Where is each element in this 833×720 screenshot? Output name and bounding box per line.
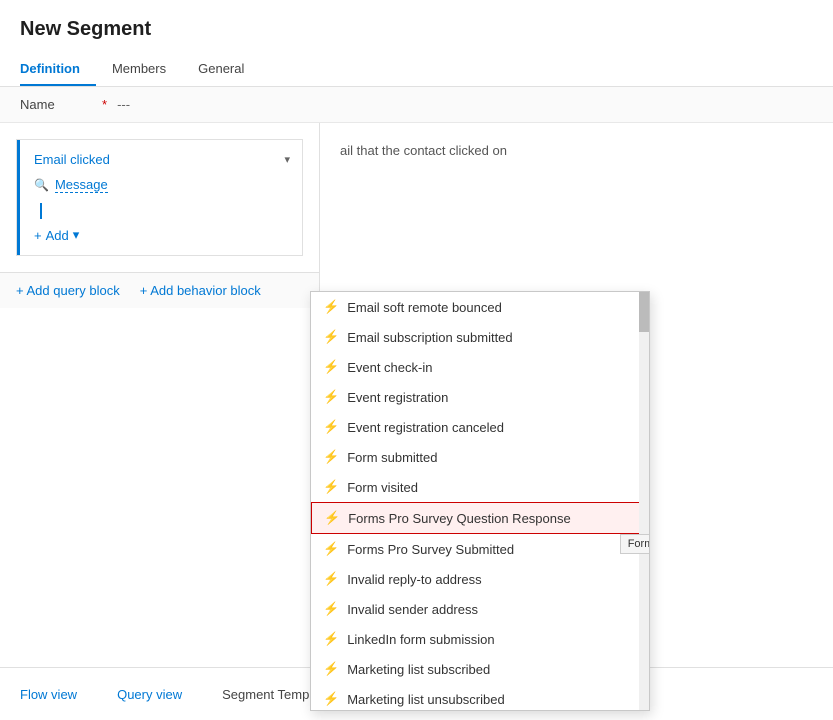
plus-icon: +: [34, 228, 42, 243]
bolt-icon: ⚡: [323, 359, 339, 375]
list-item[interactable]: ⚡ Email subscription submitted: [311, 322, 649, 352]
item-label: LinkedIn form submission: [347, 632, 494, 647]
segment-panel: Email clicked ▾ 🔍 Message + Add ▾: [0, 123, 320, 683]
add-button-row[interactable]: + Add ▾: [34, 227, 290, 243]
add-label[interactable]: Add: [46, 228, 69, 243]
list-item[interactable]: ⚡ Forms Pro Survey Submitted Forms Pro S…: [311, 534, 649, 564]
bolt-icon: ⚡: [323, 479, 339, 495]
list-item[interactable]: ⚡ Invalid sender address: [311, 594, 649, 624]
bolt-icon: ⚡: [323, 419, 339, 435]
bolt-icon: ⚡: [323, 449, 339, 465]
page-title: New Segment: [20, 18, 813, 41]
list-item[interactable]: ⚡ Form submitted: [311, 442, 649, 472]
query-view-link[interactable]: Query view: [117, 687, 182, 702]
list-item[interactable]: ⚡ Event registration: [311, 382, 649, 412]
item-label: Event registration canceled: [347, 420, 504, 435]
item-label: Marketing list unsubscribed: [347, 692, 505, 707]
item-label: Email subscription submitted: [347, 330, 512, 345]
item-label: Forms Pro Survey Submitted: [347, 542, 514, 557]
item-label: Email soft remote bounced: [347, 300, 502, 315]
bolt-icon: ⚡: [324, 510, 340, 526]
item-label: Event check-in: [347, 360, 432, 375]
search-icon: 🔍: [34, 178, 49, 192]
blue-bar: [40, 203, 42, 219]
bottom-bar: + Add query block + Add behavior block: [0, 272, 319, 308]
right-panel-text: ail that the contact clicked on: [340, 143, 507, 158]
list-item[interactable]: ⚡ Marketing list unsubscribed: [311, 684, 649, 711]
flow-view-link[interactable]: Flow view: [20, 687, 77, 702]
item-label: Marketing list subscribed: [347, 662, 490, 677]
item-label: Form submitted: [347, 450, 437, 465]
forms-pro-survey-question-response-item[interactable]: ⚡ Forms Pro Survey Question Response: [311, 502, 649, 534]
tab-members[interactable]: Members: [112, 53, 182, 86]
list-item[interactable]: ⚡ Event registration canceled: [311, 412, 649, 442]
tab-bar: Definition Members General: [20, 53, 813, 86]
chevron-down-icon[interactable]: ▾: [284, 153, 290, 166]
tab-general[interactable]: General: [198, 53, 260, 86]
item-label: Forms Pro Survey Question Response: [348, 511, 571, 526]
bolt-icon: ⚡: [323, 571, 339, 587]
add-chevron-icon: ▾: [73, 227, 80, 243]
list-item[interactable]: ⚡ Event check-in: [311, 352, 649, 382]
name-label: Name: [20, 97, 100, 112]
add-query-block-button[interactable]: + Add query block: [16, 283, 120, 298]
item-label: Invalid reply-to address: [347, 572, 481, 587]
list-item[interactable]: ⚡ Form visited: [311, 472, 649, 502]
dropdown-list: ⚡ Email soft remote bounced ⚡ Email subs…: [311, 292, 649, 711]
name-row: Name * ---: [0, 87, 833, 123]
item-label: Form visited: [347, 480, 418, 495]
bolt-icon: ⚡: [323, 631, 339, 647]
tab-definition[interactable]: Definition: [20, 53, 96, 86]
list-item[interactable]: ⚡ Email soft remote bounced: [311, 292, 649, 322]
list-item[interactable]: ⚡ LinkedIn form submission: [311, 624, 649, 654]
segment-block: Email clicked ▾ 🔍 Message + Add ▾: [16, 139, 303, 256]
bolt-icon: ⚡: [323, 329, 339, 345]
bolt-icon: ⚡: [323, 691, 339, 707]
scrollbar[interactable]: [639, 292, 649, 710]
bolt-icon: ⚡: [323, 601, 339, 617]
name-value[interactable]: ---: [117, 97, 130, 112]
message-link[interactable]: Message: [55, 177, 108, 193]
email-clicked-label[interactable]: Email clicked: [34, 152, 110, 167]
list-item[interactable]: ⚡ Marketing list subscribed: [311, 654, 649, 684]
dropdown-menu: ⚡ Email soft remote bounced ⚡ Email subs…: [310, 291, 650, 711]
item-label: Invalid sender address: [347, 602, 478, 617]
add-behavior-block-button[interactable]: + Add behavior block: [140, 283, 261, 298]
bolt-icon: ⚡: [323, 389, 339, 405]
item-label: Event registration: [347, 390, 448, 405]
bolt-icon: ⚡: [323, 661, 339, 677]
scrollbar-thumb[interactable]: [639, 292, 649, 332]
bolt-icon: ⚡: [323, 541, 339, 557]
required-indicator: *: [102, 97, 107, 112]
bolt-icon: ⚡: [323, 299, 339, 315]
list-item[interactable]: ⚡ Invalid reply-to address: [311, 564, 649, 594]
